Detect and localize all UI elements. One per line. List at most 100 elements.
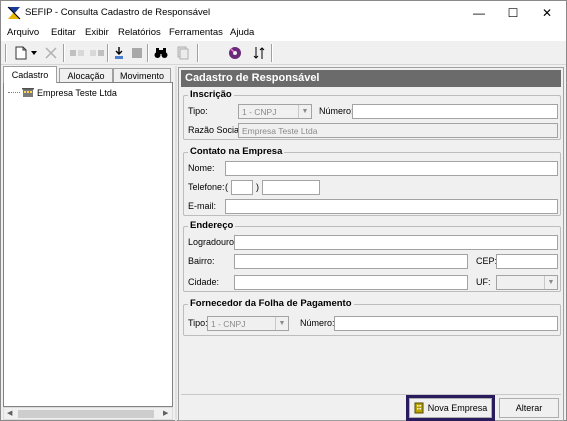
cidade-label: Cidade: [188, 277, 220, 287]
save-disk-button[interactable] [225, 44, 245, 62]
menu-editar[interactable]: Editar [51, 27, 76, 38]
minimize-button[interactable]: — [462, 1, 496, 25]
move-right-button[interactable] [87, 44, 107, 62]
move-left-button[interactable] [67, 44, 87, 62]
nova-empresa-button[interactable]: Nova Empresa [406, 395, 495, 421]
logradouro-field[interactable] [234, 235, 558, 250]
sort-button[interactable] [249, 44, 269, 62]
razao-social-label: Razão Social: [188, 125, 244, 135]
panel-splitter[interactable] [175, 66, 177, 421]
scrollbar-thumb[interactable] [18, 410, 154, 418]
group-fornecedor: Fornecedor da Folha de Pagamento Tipo: 1… [183, 298, 561, 336]
find-button[interactable] [151, 44, 171, 62]
group-contato: Contato na Empresa Nome: Telefone: ( ) E… [183, 146, 561, 216]
chevron-down-icon: ▼ [275, 317, 288, 330]
inscricao-numero-field[interactable] [352, 104, 558, 119]
group-inscricao-title: Inscrição [188, 89, 234, 100]
cidade-field[interactable] [234, 275, 468, 290]
uf-select[interactable]: ▼ [496, 275, 558, 290]
sort-icon [253, 47, 265, 59]
close-icon: ✕ [541, 6, 553, 20]
telefone-label: Telefone: [188, 182, 225, 192]
scroll-left-icon[interactable]: ◀ [7, 409, 12, 417]
chevron-down-icon: ▼ [544, 276, 557, 289]
tree-connector [8, 92, 20, 93]
inscricao-tipo-select[interactable]: 1 - CNPJ ▼ [238, 104, 312, 119]
logradouro-label: Logradouro: [188, 237, 237, 247]
close-button[interactable]: ✕ [530, 1, 564, 25]
menu-relatorios[interactable]: Relatórios [118, 27, 161, 38]
fornecedor-tipo-label: Tipo: [188, 318, 208, 328]
group-contato-title: Contato na Empresa [188, 146, 285, 157]
import-button[interactable] [109, 44, 129, 62]
telefone-ddd-field[interactable] [231, 180, 253, 195]
menu-exibir[interactable]: Exibir [85, 27, 109, 38]
telefone-number-field[interactable] [262, 180, 320, 195]
button-bar: Nova Empresa Alterar [181, 394, 561, 421]
razao-social-field[interactable]: Empresa Teste Ltda [238, 123, 558, 138]
toolbar-separator [5, 44, 7, 62]
horizontal-scrollbar[interactable]: ◀ ▶ [3, 407, 173, 420]
toolbar-separator [271, 44, 273, 62]
inscricao-tipo-value: 1 - CNPJ [242, 107, 277, 117]
inscricao-numero-label: Número: [319, 106, 354, 116]
stop-button[interactable] [127, 44, 147, 62]
toolbar-separator [147, 44, 149, 62]
email-field[interactable] [225, 199, 558, 214]
building-icon [22, 88, 34, 97]
dropdown-icon [31, 51, 37, 55]
tree-item-empresa[interactable]: Empresa Teste Ltda [8, 87, 117, 98]
toolbar-separator [197, 44, 199, 62]
toolbar [1, 41, 566, 65]
tab-movimento[interactable]: Movimento [113, 68, 171, 83]
alterar-button[interactable]: Alterar [499, 398, 559, 418]
chevron-down-icon: ▼ [298, 105, 311, 118]
maximize-icon: ☐ [507, 6, 519, 20]
tab-alocacao[interactable]: Alocação [59, 68, 113, 83]
menu-ajuda[interactable]: Ajuda [230, 27, 254, 38]
group-inscricao: Inscrição Tipo: 1 - CNPJ ▼ Número: Razão… [183, 89, 561, 140]
bairro-field[interactable] [234, 254, 468, 269]
maximize-button[interactable]: ☐ [496, 1, 530, 25]
main-window: SEFIP - Consulta Cadastro de Responsável… [0, 0, 567, 421]
new-dropdown-button[interactable] [29, 44, 39, 62]
telefone-paren-close: ) [256, 182, 259, 192]
menu-arquivo[interactable]: Arquivo [7, 27, 39, 38]
menu-ferramentas[interactable]: Ferramentas [169, 27, 223, 38]
copy-button[interactable] [173, 44, 193, 62]
import-icon [115, 47, 123, 59]
delete-button[interactable] [41, 44, 61, 62]
bairro-label: Bairro: [188, 256, 215, 266]
cep-label: CEP: [476, 256, 498, 266]
fornecedor-numero-field[interactable] [334, 316, 558, 331]
group-fornecedor-title: Fornecedor da Folha de Pagamento [188, 298, 354, 309]
email-label: E-mail: [188, 201, 217, 211]
group-endereco-title: Endereço [188, 220, 236, 231]
move-left-icon [70, 50, 84, 56]
cep-field[interactable] [496, 254, 558, 269]
tab-cadastro[interactable]: Cadastro [3, 66, 57, 83]
scroll-right-icon[interactable]: ▶ [163, 409, 168, 417]
stop-icon [132, 48, 142, 58]
nome-field[interactable] [225, 161, 558, 176]
uf-label: UF: [476, 277, 491, 287]
form-header: Cadastro de Responsável [181, 70, 561, 87]
minimize-icon: — [473, 6, 485, 20]
fornecedor-tipo-select[interactable]: 1 - CNPJ ▼ [207, 316, 289, 331]
window-title: SEFIP - Consulta Cadastro de Responsável [25, 7, 211, 18]
new-button[interactable] [11, 44, 31, 62]
new-icon [15, 46, 27, 60]
sefip-app-icon[interactable] [7, 6, 21, 20]
company-tree: Empresa Teste Ltda [3, 82, 173, 407]
title-bar: SEFIP - Consulta Cadastro de Responsável… [1, 1, 566, 25]
copy-icon [177, 46, 189, 60]
tree-item-label: Empresa Teste Ltda [37, 87, 117, 98]
left-panel: Cadastro Alocação Movimento Empresa Test… [3, 66, 173, 421]
group-endereco: Endereço Logradouro: Bairro: CEP: Cidade… [183, 220, 561, 292]
form-panel: Cadastro de Responsável Inscrição Tipo: … [178, 67, 564, 421]
fornecedor-numero-label: Número: [300, 318, 335, 328]
building-icon [414, 402, 424, 414]
fornecedor-tipo-value: 1 - CNPJ [211, 319, 246, 329]
disk-icon [229, 47, 241, 59]
toolbar-separator [63, 44, 65, 62]
